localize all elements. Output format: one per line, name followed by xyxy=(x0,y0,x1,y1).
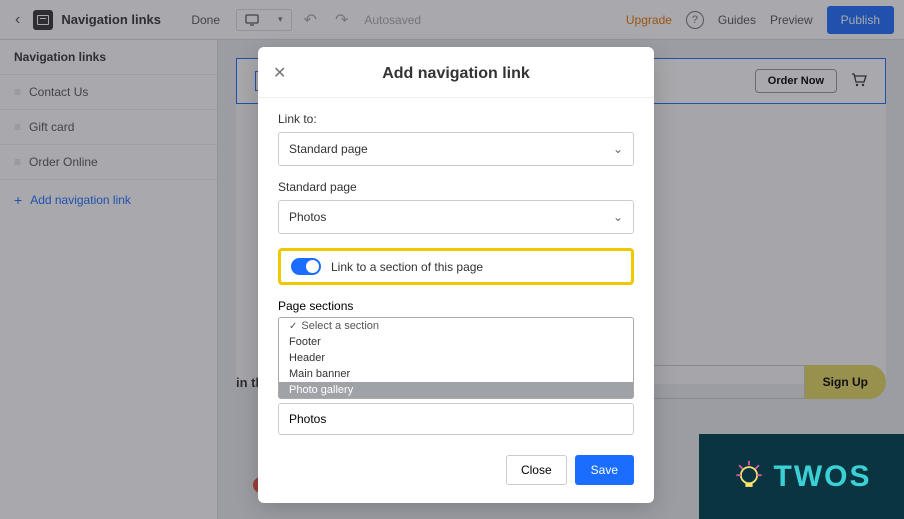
dropdown-option-photo-gallery[interactable]: Photo gallery xyxy=(279,382,633,398)
section-toggle-row: Link to a section of this page xyxy=(278,248,634,285)
watermark-text: TWOS xyxy=(773,460,871,494)
modal-close-button[interactable]: ✕ xyxy=(273,63,286,83)
standard-page-select[interactable]: Photos ⌄ xyxy=(278,200,634,234)
chevron-down-icon: ⌄ xyxy=(613,142,623,156)
watermark: TWOS xyxy=(699,434,904,519)
link-to-label: Link to: xyxy=(278,112,634,126)
standard-page-value: Photos xyxy=(289,210,326,224)
modal-body: Link to: Standard page ⌄ Standard page P… xyxy=(258,98,654,441)
page-sections-label: Page sections xyxy=(278,299,634,313)
link-to-select[interactable]: Standard page ⌄ xyxy=(278,132,634,166)
save-button[interactable]: Save xyxy=(575,455,634,485)
modal-footer: Close Save xyxy=(258,441,654,503)
section-select-value: Photos xyxy=(289,412,326,426)
link-to-value: Standard page xyxy=(289,142,368,156)
page-sections-select[interactable]: Photos xyxy=(278,403,634,435)
close-button[interactable]: Close xyxy=(506,455,567,485)
modal-header: ✕ Add navigation link xyxy=(258,47,654,98)
lightbulb-icon xyxy=(731,459,767,495)
dropdown-option-main-banner[interactable]: Main banner xyxy=(279,366,633,382)
standard-page-label: Standard page xyxy=(278,180,634,194)
dropdown-option-header[interactable]: Header xyxy=(279,350,633,366)
dropdown-placeholder[interactable]: Select a section xyxy=(279,318,633,334)
modal-title: Add navigation link xyxy=(382,65,530,82)
section-toggle-label: Link to a section of this page xyxy=(331,260,483,274)
page-sections-dropdown[interactable]: Select a section Footer Header Main bann… xyxy=(278,317,634,399)
section-toggle[interactable] xyxy=(291,258,321,275)
dropdown-option-footer[interactable]: Footer xyxy=(279,334,633,350)
chevron-down-icon: ⌄ xyxy=(613,210,623,224)
add-navigation-link-modal: ✕ Add navigation link Link to: Standard … xyxy=(258,47,654,503)
